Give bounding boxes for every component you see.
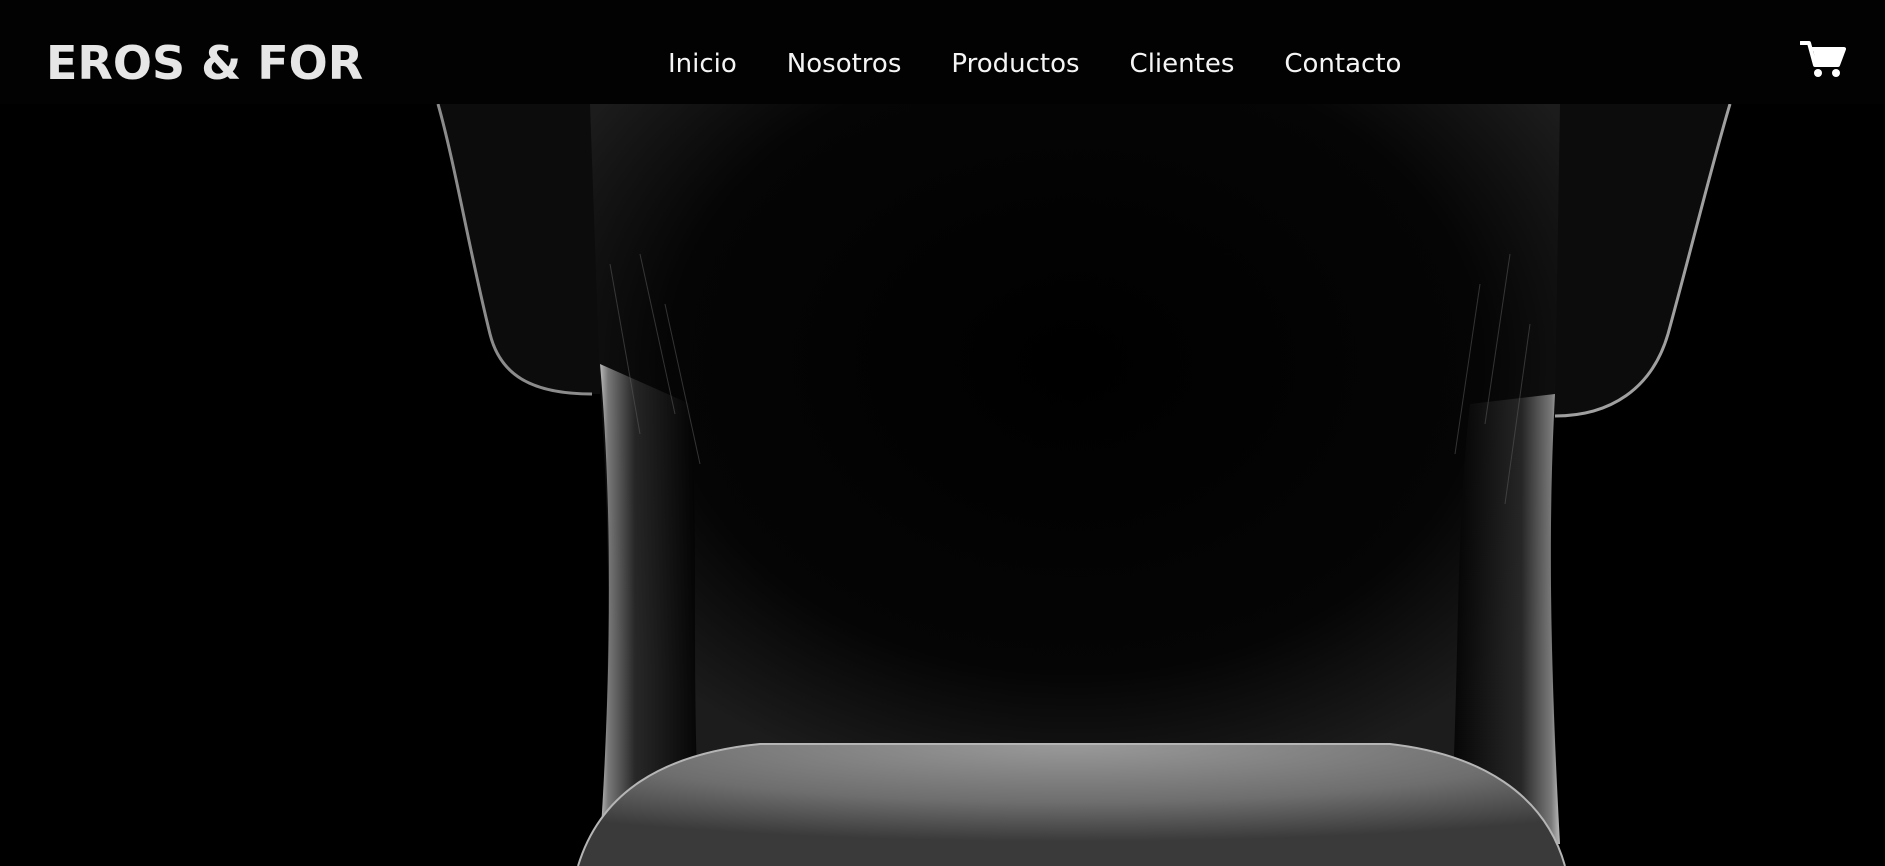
landing-page: EROS & FOR Inicio Nosotros Productos Cli… (0, 0, 1885, 866)
nav-link-inicio[interactable]: Inicio (668, 44, 737, 84)
brand-logo[interactable]: EROS & FOR (46, 34, 363, 92)
nav-link-productos[interactable]: Productos (951, 44, 1079, 84)
shopping-cart-icon[interactable] (1799, 40, 1846, 78)
nav-link-clientes[interactable]: Clientes (1130, 44, 1235, 84)
nav-link-contacto[interactable]: Contacto (1284, 44, 1401, 84)
hero-image (0, 104, 1885, 866)
site-header: EROS & FOR Inicio Nosotros Productos Cli… (0, 0, 1885, 104)
nav-link-nosotros[interactable]: Nosotros (787, 44, 902, 84)
main-navigation: Inicio Nosotros Productos Clientes Conta… (668, 44, 1401, 84)
